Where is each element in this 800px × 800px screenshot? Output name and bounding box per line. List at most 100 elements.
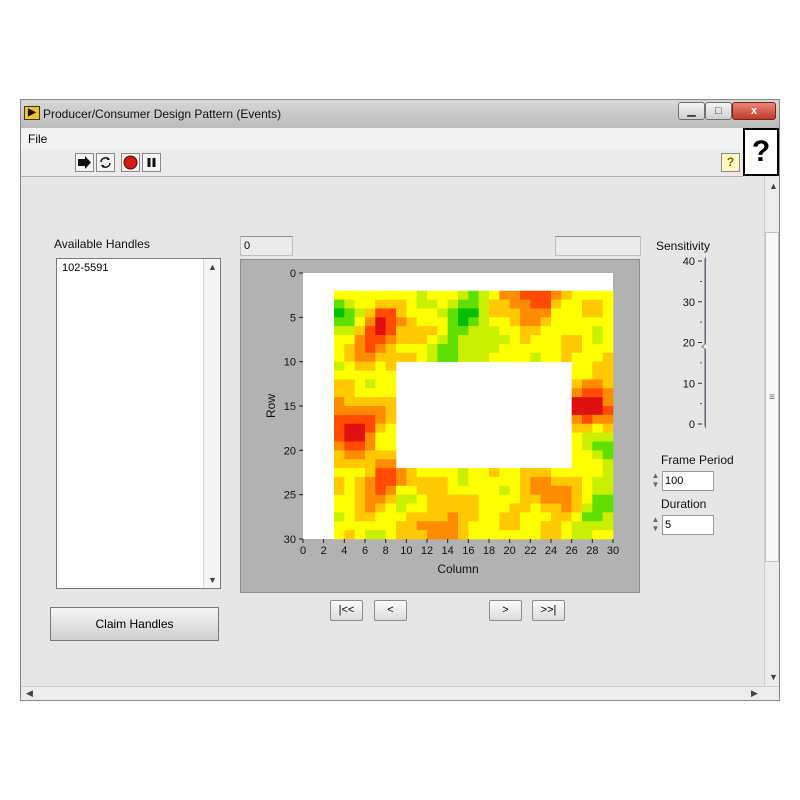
toolbar: ? [21, 150, 743, 177]
next-frame-button[interactable]: > [489, 600, 522, 621]
duration-stepper[interactable]: ▲ ▼ [650, 515, 661, 535]
heatmap-cell [582, 299, 593, 309]
heatmap-cell [375, 388, 386, 398]
panel-horizontal-scrollbar[interactable]: ◀ ▶ [21, 686, 779, 700]
heatmap-cell [447, 476, 459, 487]
scroll-left-icon[interactable]: ◀ [26, 688, 33, 699]
heatmap-cell [582, 406, 593, 416]
first-frame-button[interactable]: |<< [330, 600, 363, 621]
heatmap-cell [530, 494, 541, 504]
heatmap-cell [385, 361, 397, 371]
heatmap-cell [375, 459, 386, 469]
heatmap-cell [334, 388, 345, 398]
heatmap-cell [530, 343, 541, 354]
heatmap-cell [489, 343, 500, 354]
heatmap-cell [396, 326, 407, 336]
heatmap-cell [551, 485, 562, 495]
heatmap-cell [385, 521, 397, 531]
intensity-graph[interactable]: 0 2 4 6 8 10 12 14 16 18 20 22 24 26 28 30 0 5 10 15 20 25 30 C… [240, 259, 640, 593]
heatmap-cell [365, 450, 376, 460]
heatmap-cell [375, 326, 386, 336]
sensitivity-slider[interactable]: 40 30 20 10 0 [651, 253, 706, 438]
heatmap-cell [365, 441, 376, 451]
heatmap-cell [354, 441, 366, 451]
heatmap-cell [571, 503, 583, 513]
frame-period-input[interactable]: 100 [662, 471, 714, 491]
heatmap-cell [375, 361, 386, 371]
heatmap-cell [354, 397, 366, 407]
duration-control[interactable]: ▲ ▼ 5 [650, 515, 714, 535]
maximize-button[interactable]: □ [705, 102, 732, 120]
heatmap-cell [478, 503, 490, 513]
heatmap-cell [416, 343, 428, 354]
heatmap-cell [499, 299, 510, 309]
heatmap-cell [334, 503, 345, 513]
run-button[interactable] [75, 153, 94, 172]
heatmap-cell [571, 388, 583, 398]
decrement-icon[interactable]: ▼ [652, 524, 660, 533]
title-bar[interactable]: ▶ Producer/Consumer Design Pattern (Even… [21, 100, 779, 129]
heatmap-cell [530, 335, 541, 345]
heatmap-cell [416, 512, 428, 522]
listbox-scrollbar[interactable]: ▲ ▼ [203, 259, 220, 588]
heatmap-cell [571, 485, 583, 495]
close-button[interactable]: x [732, 102, 776, 120]
heatmap-cell [582, 432, 593, 442]
heatmap-cell [540, 308, 552, 318]
heatmap-cell [602, 468, 614, 478]
context-help-button[interactable]: ? [721, 153, 740, 172]
heatmap-cell [499, 335, 510, 345]
run-continuously-button[interactable] [96, 153, 115, 172]
heatmap-cell [551, 308, 562, 318]
heatmap-cell [334, 361, 345, 371]
heatmap-cell [509, 326, 521, 336]
heatmap-cell [478, 530, 490, 540]
help-window-icon[interactable]: ? [743, 128, 779, 176]
heatmap-cell [427, 352, 438, 362]
heatmap-cell [427, 512, 438, 522]
heatmap-cell [354, 299, 366, 309]
scrollbar-thumb[interactable]: ≡ [765, 232, 779, 562]
increment-icon[interactable]: ▲ [652, 471, 660, 480]
heatmap-cell [416, 299, 428, 309]
abort-button[interactable] [121, 153, 140, 172]
menu-file[interactable]: File [28, 132, 47, 146]
scroll-down-icon[interactable]: ▼ [208, 575, 217, 585]
previous-frame-button[interactable]: < [374, 600, 407, 621]
heatmap-cell [437, 503, 448, 513]
scroll-down-icon[interactable]: ▼ [769, 672, 778, 682]
heatmap-cell [489, 530, 500, 540]
decrement-icon[interactable]: ▼ [652, 480, 660, 489]
heatmap-cell [447, 308, 459, 318]
increment-icon[interactable]: ▲ [652, 515, 660, 524]
heatmap-cell [375, 352, 386, 362]
scroll-up-icon[interactable]: ▲ [769, 181, 778, 191]
scroll-right-icon[interactable]: ▶ [751, 688, 758, 699]
duration-input[interactable]: 5 [662, 515, 714, 535]
available-handles-listbox[interactable]: 102-5591 ▲ ▼ [56, 258, 221, 589]
claim-handles-button[interactable]: Claim Handles [50, 607, 219, 641]
list-item[interactable]: 102-5591 [62, 262, 109, 274]
frame-period-control[interactable]: ▲ ▼ 100 [650, 471, 714, 491]
heatmap-cell [427, 468, 438, 478]
pause-button[interactable] [142, 153, 161, 172]
scroll-up-icon[interactable]: ▲ [208, 262, 217, 272]
heatmap-cell [561, 308, 572, 318]
heatmap-cell [344, 308, 355, 318]
heatmap-cell [499, 503, 510, 513]
abort-stop-icon [123, 155, 138, 170]
heatmap-cell [571, 370, 583, 380]
heatmap-cell [582, 530, 593, 540]
slider-track[interactable] [704, 256, 706, 429]
heatmap-cell [447, 343, 459, 354]
heatmap-cell [582, 459, 593, 469]
minimize-button[interactable]: ▁ [678, 102, 705, 120]
heatmap-cell [468, 494, 479, 504]
frame-period-label: Frame Period [661, 453, 734, 467]
heatmap-cell [551, 299, 562, 309]
last-frame-button[interactable]: >>| [532, 600, 565, 621]
heatmap-cell [396, 468, 407, 478]
panel-vertical-scrollbar[interactable]: ▲ ≡ ▼ [764, 177, 779, 686]
heatmap-cell [396, 352, 407, 362]
frame-period-stepper[interactable]: ▲ ▼ [650, 471, 661, 491]
